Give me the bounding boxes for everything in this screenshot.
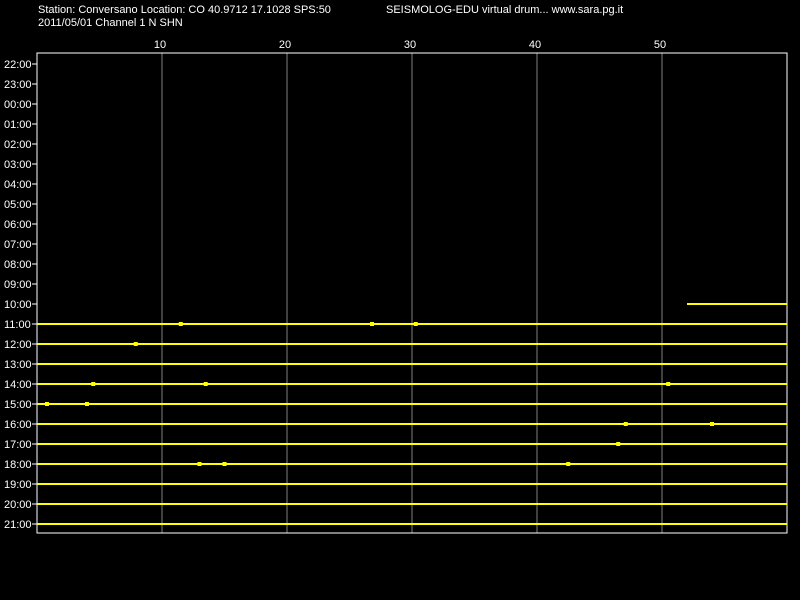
hour-label: 02:00 bbox=[4, 139, 32, 151]
seismogram-drum: 10 20 30 40 50 22:00 23:00 00:00 01:00 02:00 03:00… bbox=[4, 39, 788, 534]
event-marker bbox=[413, 322, 418, 326]
event-marker bbox=[197, 462, 202, 466]
x-tick-label: 10 bbox=[154, 39, 166, 51]
event-marker bbox=[91, 382, 96, 386]
hour-label: 16:00 bbox=[4, 419, 32, 431]
hour-label: 20:00 bbox=[4, 499, 32, 511]
event-marker bbox=[133, 342, 138, 346]
event-marker bbox=[666, 382, 671, 386]
hour-label: 19:00 bbox=[4, 479, 32, 491]
event-marker bbox=[203, 382, 208, 386]
hour-label: 23:00 bbox=[4, 79, 32, 91]
hour-label: 09:00 bbox=[4, 279, 32, 291]
event-marker bbox=[178, 322, 183, 326]
hour-label: 21:00 bbox=[4, 519, 32, 531]
event-marker bbox=[623, 422, 628, 426]
event-marker bbox=[85, 402, 89, 406]
hour-label: 08:00 bbox=[4, 259, 32, 271]
x-tick-label: 50 bbox=[654, 39, 666, 51]
hour-label: 11:00 bbox=[4, 319, 31, 331]
event-marker bbox=[370, 322, 374, 326]
event-marker bbox=[45, 402, 49, 406]
event-marker bbox=[616, 442, 621, 446]
hour-label: 15:00 bbox=[4, 399, 32, 411]
x-tick-label: 40 bbox=[529, 39, 541, 51]
x-tick-label: 20 bbox=[279, 39, 291, 51]
hour-label: 07:00 bbox=[4, 239, 32, 251]
event-marker bbox=[566, 462, 571, 466]
event-marker bbox=[222, 462, 227, 466]
hour-label: 06:00 bbox=[4, 219, 32, 231]
hour-label: 05:00 bbox=[4, 199, 32, 211]
hour-label: 00:00 bbox=[4, 99, 32, 111]
event-marker bbox=[710, 422, 714, 426]
hour-label: 12:00 bbox=[4, 339, 32, 351]
x-tick-label: 30 bbox=[404, 39, 416, 51]
hour-label: 17:00 bbox=[4, 439, 32, 451]
hour-label: 01:00 bbox=[4, 119, 32, 131]
hour-label: 22:00 bbox=[4, 59, 32, 71]
hour-label: 18:00 bbox=[4, 459, 32, 471]
hour-label: 04:00 bbox=[4, 179, 32, 191]
hour-label: 10:00 bbox=[4, 299, 32, 311]
hour-label: 03:00 bbox=[4, 159, 32, 171]
hour-label: 14:00 bbox=[4, 379, 32, 391]
hour-label: 13:00 bbox=[4, 359, 32, 371]
